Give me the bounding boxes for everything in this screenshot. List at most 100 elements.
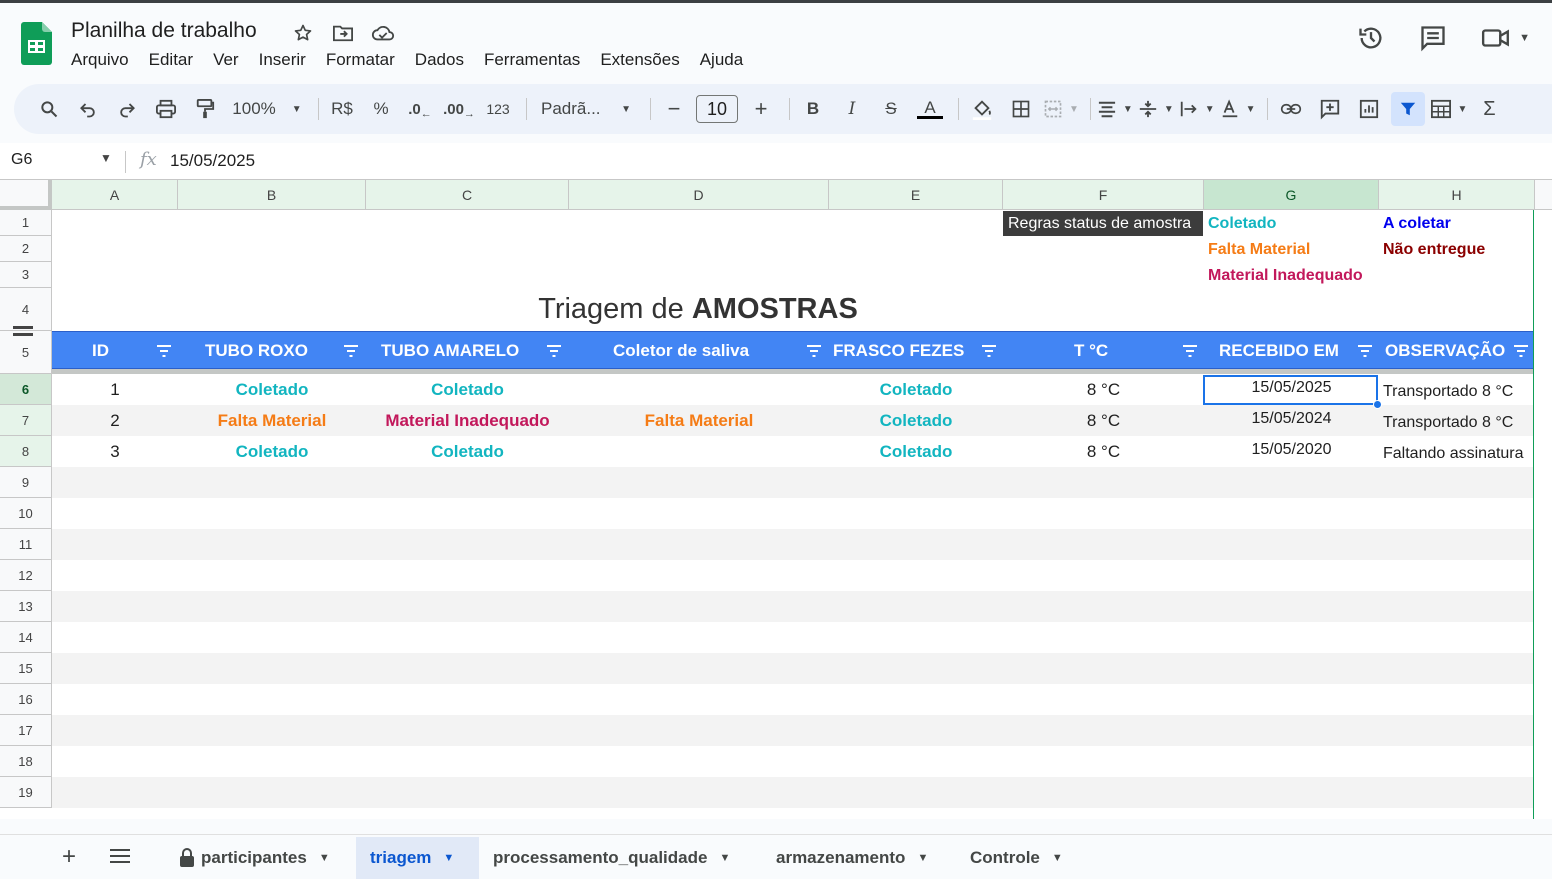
insert-link-icon[interactable] [1274,92,1308,126]
tab-armazenamento[interactable]: armazenamento ▼ [762,837,942,879]
menu-ver[interactable]: Ver [203,48,249,72]
header-tubo-roxo[interactable]: TUBO ROXO [205,332,308,370]
legend-falta-material[interactable]: Falta Material [1208,237,1310,262]
move-folder-icon[interactable] [330,20,356,46]
column-header-f[interactable]: F [1003,180,1204,210]
cell-observacao[interactable]: Transportado 8 °C [1383,408,1533,438]
column-header-e[interactable]: E [829,180,1003,210]
menu-ajuda[interactable]: Ajuda [690,48,753,72]
text-wrapping-icon[interactable]: ▼ [1179,92,1215,126]
cell-id[interactable]: 2 [52,406,178,436]
cell-temperatura[interactable]: 8 °C [1003,437,1204,467]
filter-button-icon[interactable] [981,344,997,358]
column-header-a[interactable]: A [52,180,178,210]
percent-format-button[interactable]: % [364,92,398,126]
vertical-align-icon[interactable]: ▼ [1138,92,1174,126]
formula-input[interactable]: 15/05/2025 [170,151,255,171]
cell-coletor-saliva[interactable] [569,437,829,467]
cell-temperatura[interactable]: 8 °C [1003,406,1204,436]
column-header-g[interactable]: G [1204,180,1379,210]
currency-format-button[interactable]: R$ [325,92,359,126]
cloud-saved-icon[interactable] [370,20,396,46]
tab-processamento-qualidade[interactable]: processamento_qualidade ▼ [479,837,744,879]
text-color-button[interactable]: A [913,92,947,126]
spreadsheet-grid[interactable]: A B C D E F G H 1 2 3 4 5 6 7 8 9 10 11 … [0,179,1552,819]
meet-button[interactable]: ▼ [1481,26,1530,50]
undo-icon[interactable] [71,92,105,126]
filter-button-icon[interactable] [806,344,822,358]
insert-comment-icon[interactable] [1313,92,1347,126]
page-title[interactable]: Triagem de AMOSTRAS [52,288,1344,331]
row-header-5[interactable]: 5 [0,331,52,374]
italic-button[interactable]: I [835,92,869,126]
cell-coletor-saliva[interactable] [569,375,829,405]
merge-cells-icon[interactable]: ▼ [1043,92,1079,126]
name-box[interactable]: G6 [11,151,32,169]
bold-button[interactable]: B [796,92,830,126]
menu-inserir[interactable]: Inserir [249,48,316,72]
document-title[interactable]: Planilha de trabalho [71,19,257,43]
cell-tubo-amarelo[interactable]: Coletado [366,437,569,467]
star-icon[interactable] [290,20,316,46]
row-header-17[interactable]: 17 [0,715,52,746]
increase-decimal-button[interactable]: .00 → [442,92,476,126]
strikethrough-icon[interactable]: S [874,92,908,126]
legend-label[interactable]: Regras status de amostra [1003,211,1203,236]
cell-tubo-roxo[interactable]: Coletado [178,437,366,467]
filter-button-icon[interactable] [1513,344,1529,358]
text-rotation-icon[interactable]: ▼ [1220,92,1256,126]
insert-chart-icon[interactable] [1352,92,1386,126]
frozen-rows-handle[interactable] [13,326,33,336]
row-header-10[interactable]: 10 [0,498,52,529]
menu-arquivo[interactable]: Arquivo [61,48,139,72]
cell-observacao[interactable]: Faltando assinatura [1383,439,1533,469]
sheets-logo-icon[interactable] [21,22,52,66]
legend-coletado[interactable]: Coletado [1208,211,1276,236]
header-coletor-saliva[interactable]: Coletor de saliva [613,332,749,370]
cell-tubo-roxo[interactable]: Falta Material [178,406,366,436]
row-header-3[interactable]: 3 [0,262,52,288]
cell-frasco-fezes[interactable]: Coletado [829,406,1003,436]
filter-icon[interactable] [1390,92,1425,126]
filter-views-icon[interactable]: ▼ [1430,92,1467,126]
header-tubo-amarelo[interactable]: TUBO AMARELO [381,332,519,370]
decrease-decimal-button[interactable]: .0 ← [403,92,437,126]
row-header-4[interactable]: 4 [0,288,52,331]
menu-dados[interactable]: Dados [405,48,474,72]
row-header-8[interactable]: 8 [0,436,52,467]
redo-icon[interactable] [110,92,144,126]
legend-material-inadequado[interactable]: Material Inadequado [1208,263,1363,288]
filter-button-icon[interactable] [1357,344,1373,358]
font-select[interactable]: Padrã... ▼ [533,92,639,126]
column-header-b[interactable]: B [178,180,366,210]
header-observacao[interactable]: OBSERVAÇÃO [1385,332,1505,370]
row-header-15[interactable]: 15 [0,653,52,684]
header-temperatura[interactable]: T °C [1074,332,1108,370]
tab-triagem[interactable]: triagem ▼ [356,837,479,879]
row-header-11[interactable]: 11 [0,529,52,560]
fill-color-icon[interactable] [965,92,999,126]
row-header-16[interactable]: 16 [0,684,52,715]
tab-controle[interactable]: Controle ▼ [956,837,1077,879]
cell-tubo-roxo[interactable]: Coletado [178,375,366,405]
horizontal-align-icon[interactable]: ▼ [1097,92,1133,126]
zoom-select[interactable]: 100% ▼ [227,92,307,126]
select-all-corner[interactable] [0,180,52,210]
menu-ferramentas[interactable]: Ferramentas [474,48,590,72]
cell-id[interactable]: 3 [52,437,178,467]
tab-participantes[interactable]: participantes ▼ [165,837,344,879]
row-header-13[interactable]: 13 [0,591,52,622]
borders-icon[interactable] [1004,92,1038,126]
cell-tubo-amarelo[interactable]: Coletado [366,375,569,405]
row-header-6[interactable]: 6 [0,374,52,405]
menu-extensoes[interactable]: Extensões [590,48,689,72]
chevron-down-icon[interactable]: ▼ [100,151,112,165]
paint-format-icon[interactable] [188,92,222,126]
legend-nao-entregue[interactable]: Não entregue [1383,237,1485,262]
row-header-2[interactable]: 2 [0,236,52,262]
menu-editar[interactable]: Editar [139,48,203,72]
font-size-input[interactable]: 10 [696,95,738,123]
font-size-increase-button[interactable]: + [744,92,778,126]
more-formats-button[interactable]: 123 [481,92,515,126]
cell-frasco-fezes[interactable]: Coletado [829,375,1003,405]
